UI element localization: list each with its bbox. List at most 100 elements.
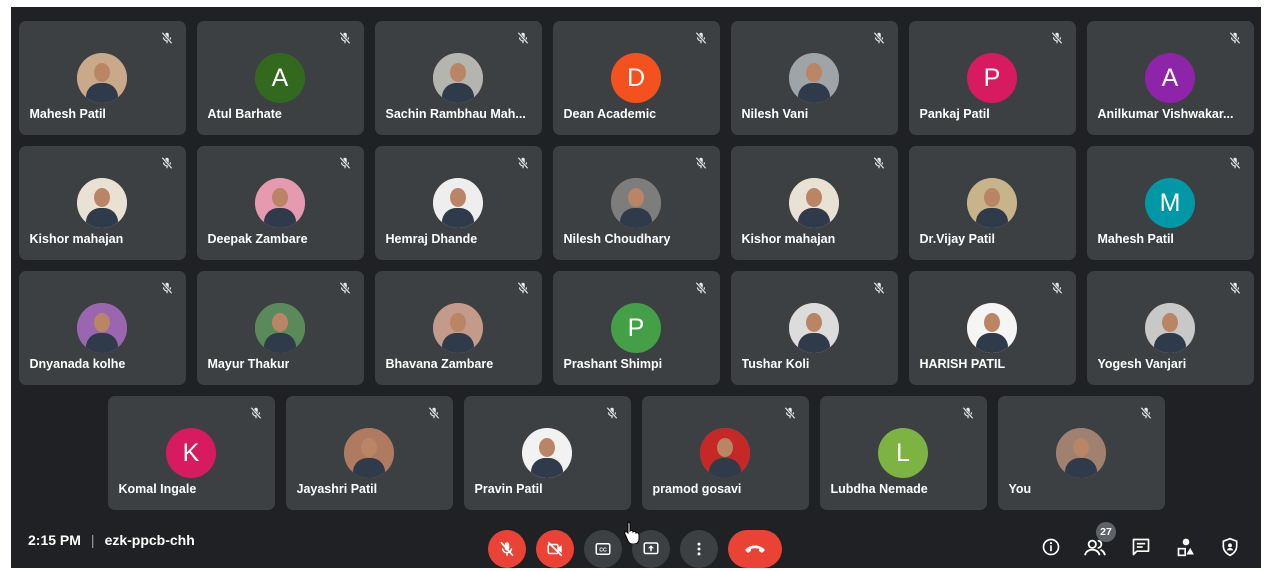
avatar-photo-body	[353, 458, 385, 478]
activities-button[interactable]	[1173, 534, 1199, 560]
participant-tile-kishor-mahajan[interactable]: Kishor mahajan	[730, 146, 898, 260]
participant-name: Atul Barhate	[207, 107, 282, 121]
end-call-button[interactable]	[728, 530, 782, 568]
participant-tile-atul-barhate[interactable]: A Atul Barhate	[196, 21, 364, 135]
meeting-stage: Mahesh Patil A Atul Barhate Sachin Rambhau …	[11, 7, 1261, 568]
present-screen-icon	[643, 542, 659, 555]
participant-tile-dnyanada-kolhe[interactable]: Dnyanada kolhe	[18, 271, 186, 385]
participant-tile-deepak-zambare[interactable]: Deepak Zambare	[196, 146, 364, 260]
avatar-photo-head	[450, 63, 466, 82]
participant-name: You	[1008, 482, 1032, 496]
participant-tile-yogesh-vanjari[interactable]: Yogesh Vanjari	[1086, 271, 1254, 385]
camera-off-icon	[547, 541, 563, 557]
participant-tile-mahesh-patil[interactable]: M Mahesh Patil	[1086, 146, 1254, 260]
participant-name: Sachin Rambhau Mah...	[385, 107, 526, 121]
mic-muted-icon	[427, 406, 440, 420]
meeting-details-button[interactable]	[1038, 534, 1064, 560]
participant-tile-lubdha-nemade[interactable]: L Lubdha Nemade	[819, 396, 987, 510]
participant-tile-bhavana-zambare[interactable]: Bhavana Zambare	[374, 271, 542, 385]
mic-muted-icon	[516, 156, 529, 170]
participant-row-3: Dnyanada kolhe Mayur Thakur Bhavana Zambar…	[11, 271, 1261, 385]
participant-tile-nilesh-vani[interactable]: Nilesh Vani	[730, 21, 898, 135]
participant-tile-nilesh-choudhary[interactable]: Nilesh Choudhary	[552, 146, 720, 260]
avatar-photo	[789, 53, 839, 103]
avatar-photo-body	[798, 333, 830, 353]
activities-icon	[1177, 538, 1194, 557]
participant-tile-hemraj-dhande[interactable]: Hemraj Dhande	[374, 146, 542, 260]
meeting-info-separator: |	[90, 532, 95, 548]
avatar-letter: A	[255, 53, 305, 103]
participant-row-2: Kishor mahajan Deepak Zambare Hemraj Dhand…	[11, 146, 1261, 260]
participant-tile-komal-ingale[interactable]: K Komal Ingale	[107, 396, 275, 510]
mic-muted-icon	[249, 406, 262, 420]
avatar-letter: P	[967, 53, 1017, 103]
participant-name: Deepak Zambare	[207, 232, 308, 246]
mic-muted-icon	[1050, 281, 1063, 295]
avatar-photo	[1145, 303, 1195, 353]
participant-name: Kishor mahajan	[29, 232, 124, 246]
avatar-photo	[789, 303, 839, 353]
avatar-letter: P	[611, 303, 661, 353]
avatar-photo	[344, 428, 394, 478]
info-icon	[1042, 538, 1060, 556]
camera-toggle-button[interactable]	[536, 530, 574, 568]
participant-tile-tushar-koli[interactable]: Tushar Koli	[730, 271, 898, 385]
avatar-photo-body	[1065, 458, 1097, 478]
mic-muted-icon	[1228, 156, 1241, 170]
end-call-icon	[745, 545, 765, 553]
captions-button[interactable]: CC	[584, 530, 622, 568]
avatar-photo-body	[264, 333, 296, 353]
mic-muted-icon	[961, 406, 974, 420]
participant-tile-mayur-thakur[interactable]: Mayur Thakur	[196, 271, 364, 385]
participant-name: Pravin Patil	[474, 482, 543, 496]
avatar-letter: M	[1145, 178, 1195, 228]
mic-muted-icon	[338, 31, 351, 45]
participant-tile-you[interactable]: You	[997, 396, 1165, 510]
avatar-photo-body	[1154, 333, 1186, 353]
avatar-letter: D	[611, 53, 661, 103]
avatar-photo-head	[1073, 438, 1089, 457]
avatar-photo-head	[450, 188, 466, 207]
avatar-photo-head	[984, 188, 1000, 207]
host-controls-icon	[1222, 537, 1238, 557]
mic-muted-icon	[338, 281, 351, 295]
more-options-button[interactable]	[680, 530, 718, 568]
participant-tile-pramod-gosavi[interactable]: pramod gosavi	[641, 396, 809, 510]
participant-tile-pankaj-patil[interactable]: P Pankaj Patil	[908, 21, 1076, 135]
mic-muted-icon	[338, 156, 351, 170]
mic-muted-icon	[160, 31, 173, 45]
avatar-photo	[255, 178, 305, 228]
participant-tile-jayashri-patil[interactable]: Jayashri Patil	[285, 396, 453, 510]
chat-icon	[1132, 538, 1150, 556]
avatar-photo-body	[976, 333, 1008, 353]
participant-name: Yogesh Vanjari	[1097, 357, 1187, 371]
participant-count-badge: 27	[1096, 522, 1116, 542]
participant-tile-dr-vijay-patil[interactable]: Dr.Vijay Patil	[908, 146, 1076, 260]
chat-button[interactable]	[1128, 534, 1154, 560]
avatar-photo-head	[806, 188, 822, 207]
more-options-icon	[697, 542, 701, 556]
avatar-photo-head	[1162, 313, 1178, 332]
mic-muted-icon	[1228, 31, 1241, 45]
participant-tile-dean-academic[interactable]: D Dean Academic	[552, 21, 720, 135]
participant-tile-sachin-rambhau-mah[interactable]: Sachin Rambhau Mah...	[374, 21, 542, 135]
participant-tile-mahesh-patil[interactable]: Mahesh Patil	[18, 21, 186, 135]
avatar-photo-head	[628, 188, 644, 207]
avatar-photo-body	[264, 208, 296, 228]
mic-toggle-button[interactable]	[488, 530, 526, 568]
avatar-photo-body	[86, 83, 118, 103]
participant-tile-harish-patil[interactable]: HARISH PATIL	[908, 271, 1076, 385]
mic-muted-icon	[160, 281, 173, 295]
participant-tile-kishor-mahajan[interactable]: Kishor mahajan	[18, 146, 186, 260]
meeting-code[interactable]: ezk-ppcb-chh	[105, 532, 195, 548]
participant-name: Pankaj Patil	[919, 107, 990, 121]
host-controls-button[interactable]	[1217, 534, 1243, 560]
participant-tile-prashant-shimpi[interactable]: P Prashant Shimpi	[552, 271, 720, 385]
participant-name: Tushar Koli	[741, 357, 810, 371]
avatar-photo-head	[272, 313, 288, 332]
avatar-photo-head	[94, 313, 110, 332]
participant-tile-anilkumar-vishwakar[interactable]: A Anilkumar Vishwakar...	[1086, 21, 1254, 135]
participant-name: Anilkumar Vishwakar...	[1097, 107, 1234, 121]
participant-name: Nilesh Choudhary	[563, 232, 671, 246]
participant-tile-pravin-patil[interactable]: Pravin Patil	[463, 396, 631, 510]
